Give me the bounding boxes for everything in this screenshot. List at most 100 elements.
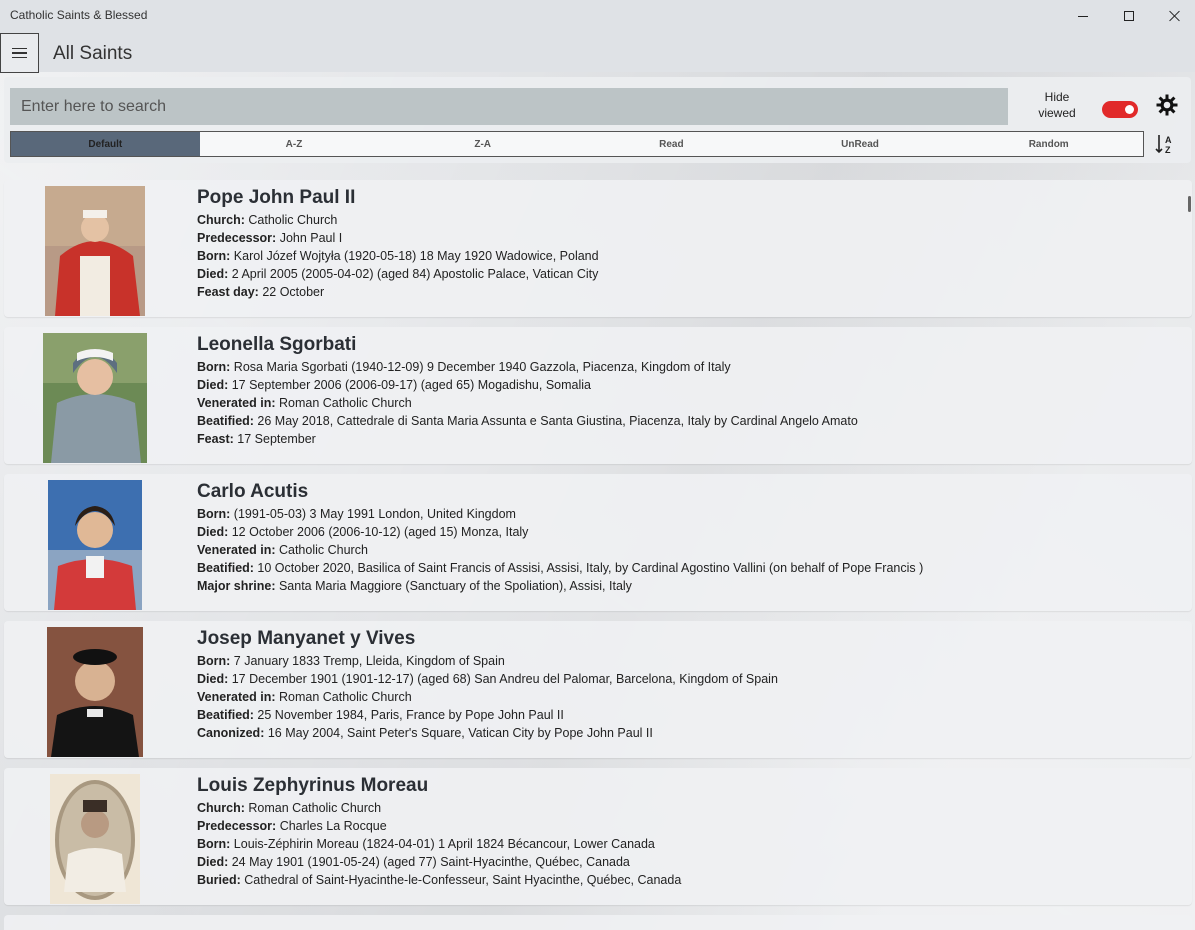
saint-field: Died: 17 December 1901 (1901-12-17) (age… (197, 670, 1177, 688)
saint-field-value: Louis-Zéphirin Moreau (1824-04-01) 1 Apr… (230, 837, 655, 851)
saint-field-label: Venerated in: (197, 543, 276, 557)
saint-details: Pope John Paul II Church: Catholic Church… (197, 186, 1177, 301)
saint-field: Venerated in: Roman Catholic Church (197, 688, 1177, 706)
saint-field-label: Died: (197, 672, 229, 686)
hamburger-icon-line (12, 56, 27, 59)
saint-name: Pope John Paul II (197, 187, 356, 208)
maximize-button[interactable] (1106, 0, 1152, 32)
saint-field-value: Santa Maria Maggiore (Sanctuary of the S… (275, 579, 632, 593)
saint-field: Feast day: 22 October (197, 283, 1177, 301)
hide-viewed-label-line2: viewed (1038, 106, 1076, 120)
saint-details: Carlo Acutis Born: (1991-05-03) 3 May 199… (197, 480, 1177, 595)
saint-field-label: Buried: (197, 873, 241, 887)
saint-field: Venerated in: Catholic Church (197, 541, 1177, 559)
saint-field: Died: 12 October 2006 (2006-10-12) (aged… (197, 523, 1177, 541)
saint-details: Leonella Sgorbati Born: Rosa Maria Sgorba… (197, 333, 1177, 448)
saint-field: Church: Catholic Church (197, 211, 1177, 229)
saint-field-value: (1991-05-03) 3 May 1991 London, United K… (230, 507, 516, 521)
saint-card[interactable]: Leonella Sgorbati Born: Rosa Maria Sgorba… (4, 327, 1192, 464)
saint-field-label: Major shrine: (197, 579, 276, 593)
saint-field-value: 16 May 2004, Saint Peter's Square, Vatic… (264, 726, 653, 740)
saint-field-value: Roman Catholic Church (275, 396, 412, 410)
saint-field: Predecessor: John Paul I (197, 229, 1177, 247)
saint-field: Beatified: 10 October 2020, Basilica of … (197, 559, 1177, 577)
saint-field: Buried: Cathedral of Saint-Hyacinthe-le-… (197, 871, 1177, 889)
saint-field-label: Beatified: (197, 561, 254, 575)
saint-field-label: Feast day: (197, 285, 259, 299)
saint-field-value: 17 December 1901 (1901-12-17) (aged 68) … (228, 672, 778, 686)
saint-details: Louis Zephyrinus Moreau Church: Roman Cat… (197, 774, 1177, 889)
minimize-button[interactable] (1060, 0, 1106, 32)
saint-field: Major shrine: Santa Maria Maggiore (Sanc… (197, 577, 1177, 595)
saint-field-label: Died: (197, 378, 229, 392)
hide-viewed-toggle[interactable] (1102, 101, 1138, 118)
saint-field-value: 10 October 2020, Basilica of Saint Franc… (253, 561, 924, 575)
saint-field-label: Born: (197, 837, 231, 851)
saint-name: Josep Manyanet y Vives (197, 628, 416, 649)
saint-field: Beatified: 25 November 1984, Paris, Fran… (197, 706, 1177, 724)
title-bar: Catholic Saints & Blessed (0, 0, 1195, 32)
saint-field: Predecessor: Charles La Rocque (197, 817, 1177, 835)
saint-field-value: John Paul I (276, 231, 343, 245)
saint-field-label: Predecessor: (197, 231, 277, 245)
sort-option-az[interactable]: A-Z (200, 132, 389, 156)
maximize-icon (1124, 11, 1134, 21)
saint-field-value: 17 September (233, 432, 316, 446)
saint-name: Leonella Sgorbati (197, 334, 357, 355)
saint-field-value: 24 May 1901 (1901-05-24) (aged 77) Saint… (228, 855, 630, 869)
saint-field-label: Born: (197, 249, 231, 263)
saint-field-value: 22 October (258, 285, 325, 299)
saint-field: Born: 7 January 1833 Tremp, Lleida, King… (197, 652, 1177, 670)
theme-settings-icon[interactable] (1155, 93, 1179, 117)
saint-field-value: 7 January 1833 Tremp, Lleida, Kingdom of… (230, 654, 505, 668)
saint-field-label: Venerated in: (197, 690, 276, 704)
saint-field-value: Catholic Church (244, 213, 338, 227)
scrollbar-thumb[interactable] (1188, 196, 1191, 212)
saint-portrait (47, 627, 143, 757)
toggle-knob (1125, 105, 1134, 114)
saint-name: Carlo Acutis (197, 481, 309, 502)
saint-field-label: Beatified: (197, 414, 254, 428)
hamburger-icon (12, 47, 27, 50)
sort-option-default[interactable]: Default (11, 132, 200, 156)
saint-card[interactable]: Josep Manyanet y Vives Born: 7 January 18… (4, 621, 1192, 758)
saint-details: Josep Manyanet y Vives Born: 7 January 18… (197, 627, 1177, 742)
saint-field-value: 25 November 1984, Paris, France by Pope … (253, 708, 564, 722)
close-icon (1169, 10, 1181, 22)
svg-text:Z: Z (1165, 145, 1171, 155)
sort-option-za[interactable]: Z-A (388, 132, 577, 156)
saint-field-value: Karol Józef Wojtyła (1920-05-18) 18 May … (230, 249, 599, 263)
saint-field-label: Born: (197, 654, 231, 668)
saint-field-value: Roman Catholic Church (275, 690, 412, 704)
saint-field-label: Died: (197, 855, 229, 869)
saint-portrait (43, 333, 147, 463)
saint-card[interactable]: Carlo Acutis Born: (1991-05-03) 3 May 199… (4, 474, 1192, 611)
list-item-partial[interactable] (4, 915, 1192, 930)
saint-card[interactable]: Pope John Paul II Church: Catholic Church… (4, 180, 1192, 317)
saint-portrait (45, 186, 145, 316)
saint-field: Died: 24 May 1901 (1901-05-24) (aged 77)… (197, 853, 1177, 871)
sort-az-icon[interactable]: A Z (1154, 133, 1176, 155)
saint-field-label: Church: (197, 213, 245, 227)
app-title: Catholic Saints & Blessed (10, 8, 148, 22)
sort-option-unread[interactable]: UnRead (766, 132, 955, 156)
saint-field-label: Born: (197, 360, 231, 374)
hamburger-menu-button[interactable] (0, 33, 39, 73)
sort-option-random[interactable]: Random (954, 132, 1143, 156)
sort-option-read[interactable]: Read (577, 132, 766, 156)
saint-field: Born: Karol Józef Wojtyła (1920-05-18) 1… (197, 247, 1177, 265)
saint-field: Beatified: 26 May 2018, Cattedrale di Sa… (197, 412, 1177, 430)
saint-card[interactable]: Louis Zephyrinus Moreau Church: Roman Cat… (4, 768, 1192, 905)
search-panel: Hide viewed DefaultA-ZZ-AReadUnReadRando… (4, 77, 1191, 163)
saint-field-label: Church: (197, 801, 245, 815)
search-input[interactable] (10, 88, 1008, 125)
svg-text:A: A (1165, 135, 1172, 145)
saint-field-label: Died: (197, 267, 229, 281)
close-button[interactable] (1152, 0, 1195, 32)
page-title: All Saints (53, 43, 133, 64)
saint-field: Died: 17 September 2006 (2006-09-17) (ag… (197, 376, 1177, 394)
saint-field-label: Canonized: (197, 726, 265, 740)
saint-field-value: 17 September 2006 (2006-09-17) (aged 65)… (228, 378, 591, 392)
saint-field: Venerated in: Roman Catholic Church (197, 394, 1177, 412)
saints-list: Pope John Paul II Church: Catholic Church… (4, 180, 1192, 915)
